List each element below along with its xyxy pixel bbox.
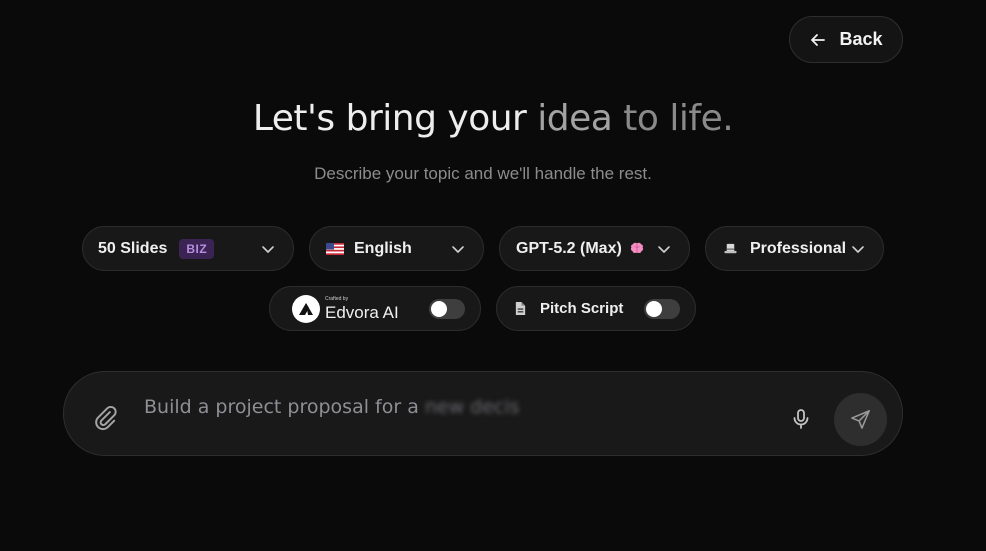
tone-label: Professional: [750, 239, 847, 257]
prompt-input[interactable]: Build a project proposal for a new decis: [63, 371, 903, 456]
model-label: GPT-5.2 (Max): [516, 239, 622, 257]
send-icon: [851, 410, 870, 429]
edvora-logo-icon: [292, 294, 320, 323]
arrow-left-icon: [811, 33, 826, 46]
language-dropdown[interactable]: English: [309, 226, 484, 271]
paperclip-icon[interactable]: [92, 405, 118, 431]
top-hat-icon: [724, 243, 737, 254]
tone-dropdown[interactable]: Professional: [705, 226, 884, 271]
slides-count-dropdown[interactable]: 50 Slides BIZ: [82, 226, 294, 271]
chevron-down-icon: [852, 246, 864, 253]
plan-badge: BIZ: [179, 238, 215, 259]
chevron-down-icon: [658, 246, 670, 253]
branding-toggle[interactable]: [429, 299, 465, 319]
pitch-script-toggle[interactable]: [644, 299, 680, 319]
brain-icon: [630, 242, 643, 253]
document-icon: [515, 302, 526, 315]
model-dropdown[interactable]: GPT-5.2 (Max): [499, 226, 690, 271]
send-button[interactable]: [834, 393, 887, 446]
chevron-down-icon: [262, 246, 274, 253]
language-label: English: [354, 239, 412, 257]
pitch-script-label: Pitch Script: [540, 300, 624, 317]
page-headline: Let's bring your idea to life.: [252, 98, 734, 139]
prompt-text: Build a project proposal for a new decis: [144, 396, 520, 418]
back-label: Back: [839, 29, 883, 49]
branding-toggle-pill[interactable]: Crafted by Edvora AI: [269, 286, 481, 331]
page-subtitle: Describe your topic and we'll handle the…: [314, 164, 652, 183]
crafted-by-label: Crafted by: [325, 295, 349, 302]
microphone-icon[interactable]: [789, 407, 813, 431]
slides-count-label: 50 Slides: [98, 239, 168, 257]
back-button[interactable]: Back: [789, 16, 903, 63]
chevron-down-icon: [452, 246, 464, 253]
us-flag-icon: [326, 242, 344, 255]
pitch-script-toggle-pill[interactable]: Pitch Script: [496, 286, 696, 331]
brand-name-label: Edvora AI: [325, 302, 399, 322]
